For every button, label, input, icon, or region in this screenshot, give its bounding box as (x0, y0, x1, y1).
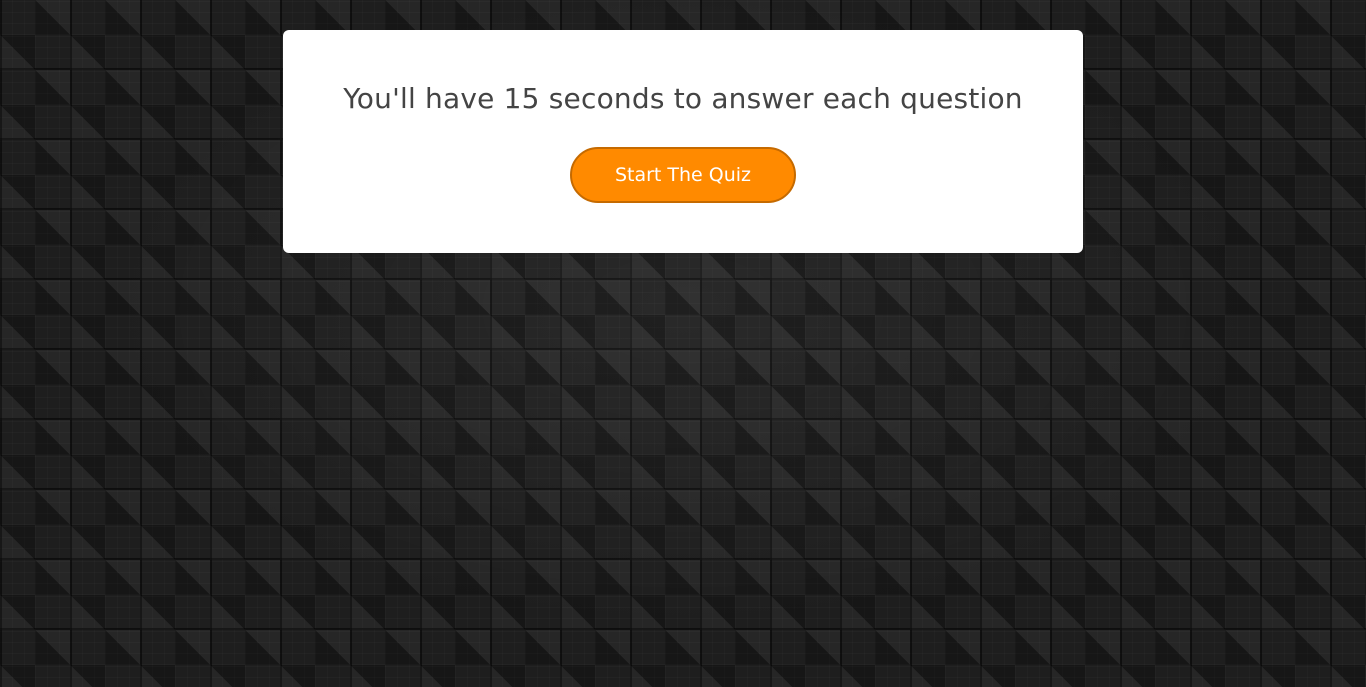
quiz-instructions-text: You'll have 15 seconds to answer each qu… (343, 82, 1023, 115)
start-quiz-button[interactable]: Start The Quiz (570, 147, 796, 203)
page-background: { "start_box": { "message": "You'll have… (0, 0, 1366, 687)
quiz-start-card: You'll have 15 seconds to answer each qu… (283, 30, 1083, 253)
